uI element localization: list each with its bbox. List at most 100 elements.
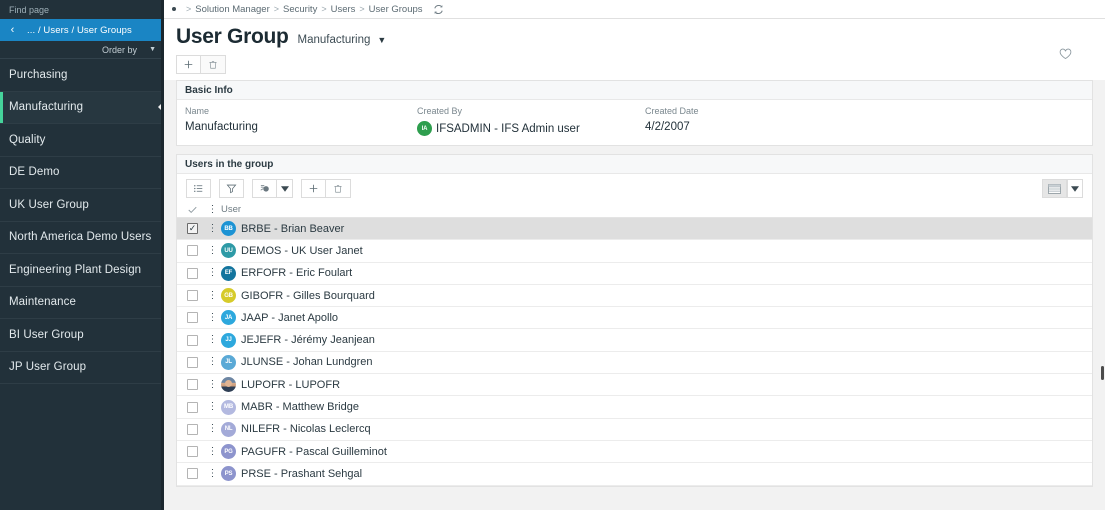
table-view-icon[interactable] [1042,179,1067,198]
breadcrumb-separator-3: > [359,4,365,14]
table-row[interactable]: ⋮ EF ERFOFR - Eric Foulart [177,262,1092,285]
find-page-input[interactable]: Find page [0,0,164,19]
order-by-control[interactable]: Order by ▼ [0,41,164,59]
row-menu-icon[interactable]: ⋮ [204,268,221,278]
table-row[interactable]: ⋮ PS PRSE - Prashant Sehgal [177,463,1092,486]
export-icon[interactable] [252,179,277,198]
row-menu-icon[interactable]: ⋮ [204,379,221,390]
row-menu-icon[interactable]: ⋮ [204,312,221,323]
page-header: User Group Manufacturing ▼ [164,19,1105,80]
delete-icon[interactable] [326,179,351,198]
row-menu-icon[interactable]: ⋮ [204,424,221,434]
sidebar-item-uk-user-group[interactable]: UK User Group [0,189,164,222]
filter-icon[interactable] [219,179,244,198]
chevron-left-icon[interactable]: ‹ [0,24,25,36]
favorite-button[interactable] [1055,45,1075,63]
avatar: EF [221,265,236,281]
table-row[interactable]: ⋮ JL JLUNSE - Johan Lundgren [177,351,1092,375]
basic-info-body: Name Manufacturing Created By IA IFSADMI… [177,100,1092,145]
field-created-by: Created By IA IFSADMIN - IFS Admin user [417,106,645,136]
add-icon[interactable] [301,179,326,198]
row-checkbox[interactable] [181,334,204,346]
basic-info-card: Basic Info Name Manufacturing Created By… [176,80,1093,146]
breadcrumb-user-groups[interactable]: User Groups [369,4,423,15]
sidebar-item-quality[interactable]: Quality [0,124,164,157]
row-checkbox[interactable] [181,379,204,391]
row-user-cell: GB GIBOFR - Gilles Bourquard [221,288,1092,304]
delete-record-button[interactable] [201,55,226,74]
content-scroll-area[interactable]: Basic Info Name Manufacturing Created By… [164,80,1105,510]
row-checkbox[interactable] [181,468,204,480]
row-menu-icon[interactable]: ⋮ [204,335,221,345]
new-record-button[interactable] [176,55,201,74]
row-checkbox[interactable] [181,245,204,257]
sidebar-item-jp-user-group[interactable]: JP User Group [0,352,164,384]
field-created-date-value[interactable]: 4/2/2007 [645,121,845,133]
row-menu-icon[interactable]: ⋮ [204,357,221,367]
breadcrumb-security[interactable]: Security [283,4,317,15]
export-dropdown-caret[interactable] [277,179,293,198]
header-menu-icon[interactable]: ⋮ [204,204,221,215]
list-view-icon[interactable] [186,179,211,198]
chevron-down-icon[interactable]: ▼ [377,35,386,45]
row-menu-icon[interactable]: ⋮ [204,402,221,412]
sidebar-item-label: North America Demo Users [9,231,152,244]
page-subtitle[interactable]: Manufacturing [298,34,371,46]
row-checkbox[interactable] [181,267,204,279]
row-checkbox[interactable] [181,290,204,302]
content-scrollbar-thumb[interactable] [1101,366,1104,380]
table-row[interactable]: ⋮ JJ JEJEFR - Jérémy Jeanjean [177,329,1092,352]
page-title: User Group [176,25,289,48]
chevron-down-icon[interactable]: ▼ [149,46,156,53]
breadcrumb-separator-2: > [321,4,327,14]
row-user-cell: LUPOFR - LUPOFR [221,377,1092,393]
select-all-checkbox[interactable] [181,206,204,214]
table-row[interactable]: ✓ ⋮ BB BRBE - Brian Beaver [177,218,1092,241]
table-row[interactable]: ⋮ PG PAGUFR - Pascal Guilleminot [177,440,1092,464]
row-menu-icon[interactable]: ⋮ [204,223,221,234]
sidebar-breadcrumb[interactable]: ‹ ... / Users / User Groups [0,19,164,41]
view-dropdown-caret[interactable] [1067,179,1083,198]
page-action-buttons [176,55,1095,74]
field-name-value[interactable]: Manufacturing [185,121,417,133]
row-checkbox[interactable] [181,312,204,324]
sidebar-item-maintenance[interactable]: Maintenance [0,287,164,319]
users-in-group-title: Users in the group [177,155,1092,174]
avatar: JL [221,354,236,370]
refresh-icon[interactable] [433,4,444,15]
breadcrumb-solution-manager[interactable]: Solution Manager [195,4,269,15]
table-row[interactable]: ⋮ MB MABR - Matthew Bridge [177,396,1092,419]
table-view-switcher [1042,179,1083,198]
avatar: UU [221,243,236,259]
table-row[interactable]: ⋮ JA JAAP - Janet Apollo [177,307,1092,330]
table-row[interactable]: ⋮ UU DEMOS - UK User Janet [177,240,1092,263]
sidebar-item-de-demo[interactable]: DE Demo [0,157,164,189]
row-menu-icon[interactable]: ⋮ [204,446,221,457]
row-checkbox[interactable] [181,423,204,435]
sidebar-item-purchasing[interactable]: Purchasing [0,59,164,92]
sidebar-item-label: JP User Group [9,361,87,374]
row-checkbox[interactable]: ✓ [181,223,204,235]
avatar: NL [221,421,236,437]
row-checkbox[interactable] [181,401,204,413]
title-row: User Group Manufacturing ▼ [176,25,1095,49]
row-user-label: PRSE - Prashant Sehgal [241,467,363,480]
sidebar-item-north-america-demo-users[interactable]: North America Demo Users [0,222,164,254]
field-created-by-value[interactable]: IA IFSADMIN - IFS Admin user [417,121,645,136]
row-checkbox[interactable] [181,446,204,458]
breadcrumb-users[interactable]: Users [331,4,356,15]
sidebar-item-bi-user-group[interactable]: BI User Group [0,319,164,352]
row-menu-icon[interactable]: ⋮ [204,245,221,256]
row-menu-icon[interactable]: ⋮ [204,290,221,301]
table-row[interactable]: ⋮ GB GIBOFR - Gilles Bourquard [177,284,1092,308]
field-created-by-label: Created By [417,106,463,116]
table-row[interactable]: ⋮ LUPOFR - LUPOFR [177,374,1092,397]
column-header-user[interactable]: User [221,204,1092,215]
row-menu-icon[interactable]: ⋮ [204,468,221,479]
row-checkbox[interactable] [181,356,204,368]
application-window: Find page ‹ ... / Users / User Groups Or… [0,0,1105,510]
sidebar-item-engineering-plant-design[interactable]: Engineering Plant Design [0,254,164,287]
avatar: BB [221,221,236,237]
table-row[interactable]: ⋮ NL NILEFR - Nicolas Leclercq [177,418,1092,441]
sidebar-item-manufacturing[interactable]: Manufacturing [0,91,164,124]
